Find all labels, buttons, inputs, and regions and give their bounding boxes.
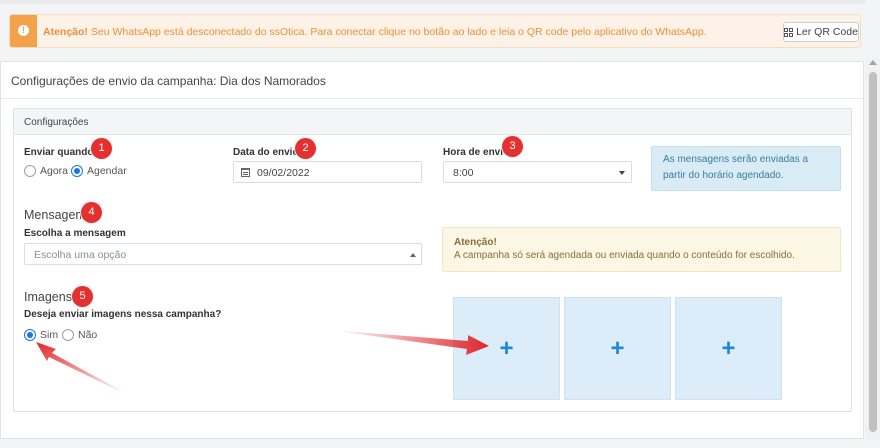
whatsapp-alert: ! Atenção! Seu WhatsApp está desconectad… [9, 14, 861, 48]
send-time-value: 8:00 [453, 167, 474, 179]
message-select[interactable]: Escolha uma opção [24, 243, 422, 265]
image-upload-slot[interactable]: + [453, 297, 560, 400]
radio-circle-nao[interactable] [62, 329, 74, 341]
send-date-value: 09/02/2022 [257, 167, 310, 179]
step-badge: 2 [295, 138, 316, 159]
page-title: Configurações de envio da campanha: Dia … [11, 74, 326, 88]
radio-agora-label: Agora [40, 165, 69, 177]
send-date-field[interactable]: 09/02/2022 [233, 161, 422, 183]
schedule-info-text: As mensagens serão enviadas a partir do … [663, 154, 809, 181]
read-qr-code-label: Ler QR Code [796, 26, 858, 38]
scroll-up-icon[interactable] [869, 60, 877, 65]
scroll-thumb[interactable] [869, 72, 877, 432]
alert-strong: Atenção! [43, 26, 88, 38]
radio-agendar-label: Agendar [87, 165, 127, 177]
send-when-label: Enviar quando? [24, 147, 100, 158]
chevron-up-icon [410, 253, 416, 257]
page-scrollbar[interactable] [866, 58, 880, 440]
radio-agora[interactable]: Agora [24, 165, 68, 177]
read-qr-code-button[interactable]: Ler QR Code [783, 22, 859, 42]
send-date-label: Data do envio [233, 147, 299, 158]
message-select-placeholder: Escolha uma opção [34, 249, 127, 261]
images-section-title: Imagens [24, 290, 72, 304]
top-divider [0, 0, 866, 4]
alert-icon-box: ! [10, 15, 37, 47]
schedule-info-box: As mensagens serão enviadas a partir do … [651, 146, 841, 191]
alert-message: Atenção! Seu WhatsApp está desconectado … [43, 26, 707, 38]
warning-title: Atenção! [454, 237, 497, 248]
image-upload-slot[interactable]: + [675, 297, 782, 400]
radio-circle-sim[interactable] [24, 329, 36, 341]
choose-message-label: Escolha a mensagem [24, 228, 126, 239]
plus-icon: + [721, 334, 736, 362]
send-time-select[interactable]: 8:00 [443, 161, 632, 183]
step-badge: 3 [502, 136, 523, 157]
send-images-question: Deseja enviar imagens nessa campanha? [24, 309, 222, 320]
message-section-title: Mensagem [24, 208, 86, 222]
send-time-label: Hora de envio [443, 147, 510, 158]
radio-circle-agora[interactable] [24, 165, 36, 177]
chevron-down-icon [619, 171, 625, 175]
exclamation-icon: ! [18, 25, 29, 36]
plus-icon: + [610, 334, 625, 362]
radio-circle-agendar[interactable] [71, 165, 83, 177]
step-badge: 1 [91, 138, 112, 159]
qrcode-icon [784, 27, 794, 37]
step-badge: 5 [72, 286, 93, 307]
calendar-icon [241, 168, 250, 177]
panel-divider [1, 98, 863, 99]
radio-sim[interactable]: Sim [24, 329, 58, 341]
content-warning-box: Atenção! A campanha só será agendada ou … [442, 227, 841, 272]
radio-sim-label: Sim [40, 329, 59, 341]
config-header-title: Configurações [24, 117, 89, 128]
alert-text: Seu WhatsApp está desconectado do ssOtic… [87, 26, 707, 38]
radio-nao[interactable]: Não [62, 329, 97, 341]
image-upload-slot[interactable]: + [564, 297, 671, 400]
warning-text: A campanha só será agendada ou enviada q… [454, 250, 795, 261]
config-header: Configurações [14, 109, 851, 135]
radio-agendar[interactable]: Agendar [71, 165, 127, 177]
plus-icon: + [499, 334, 514, 362]
radio-nao-label: Não [78, 329, 98, 341]
step-badge: 4 [81, 202, 102, 223]
